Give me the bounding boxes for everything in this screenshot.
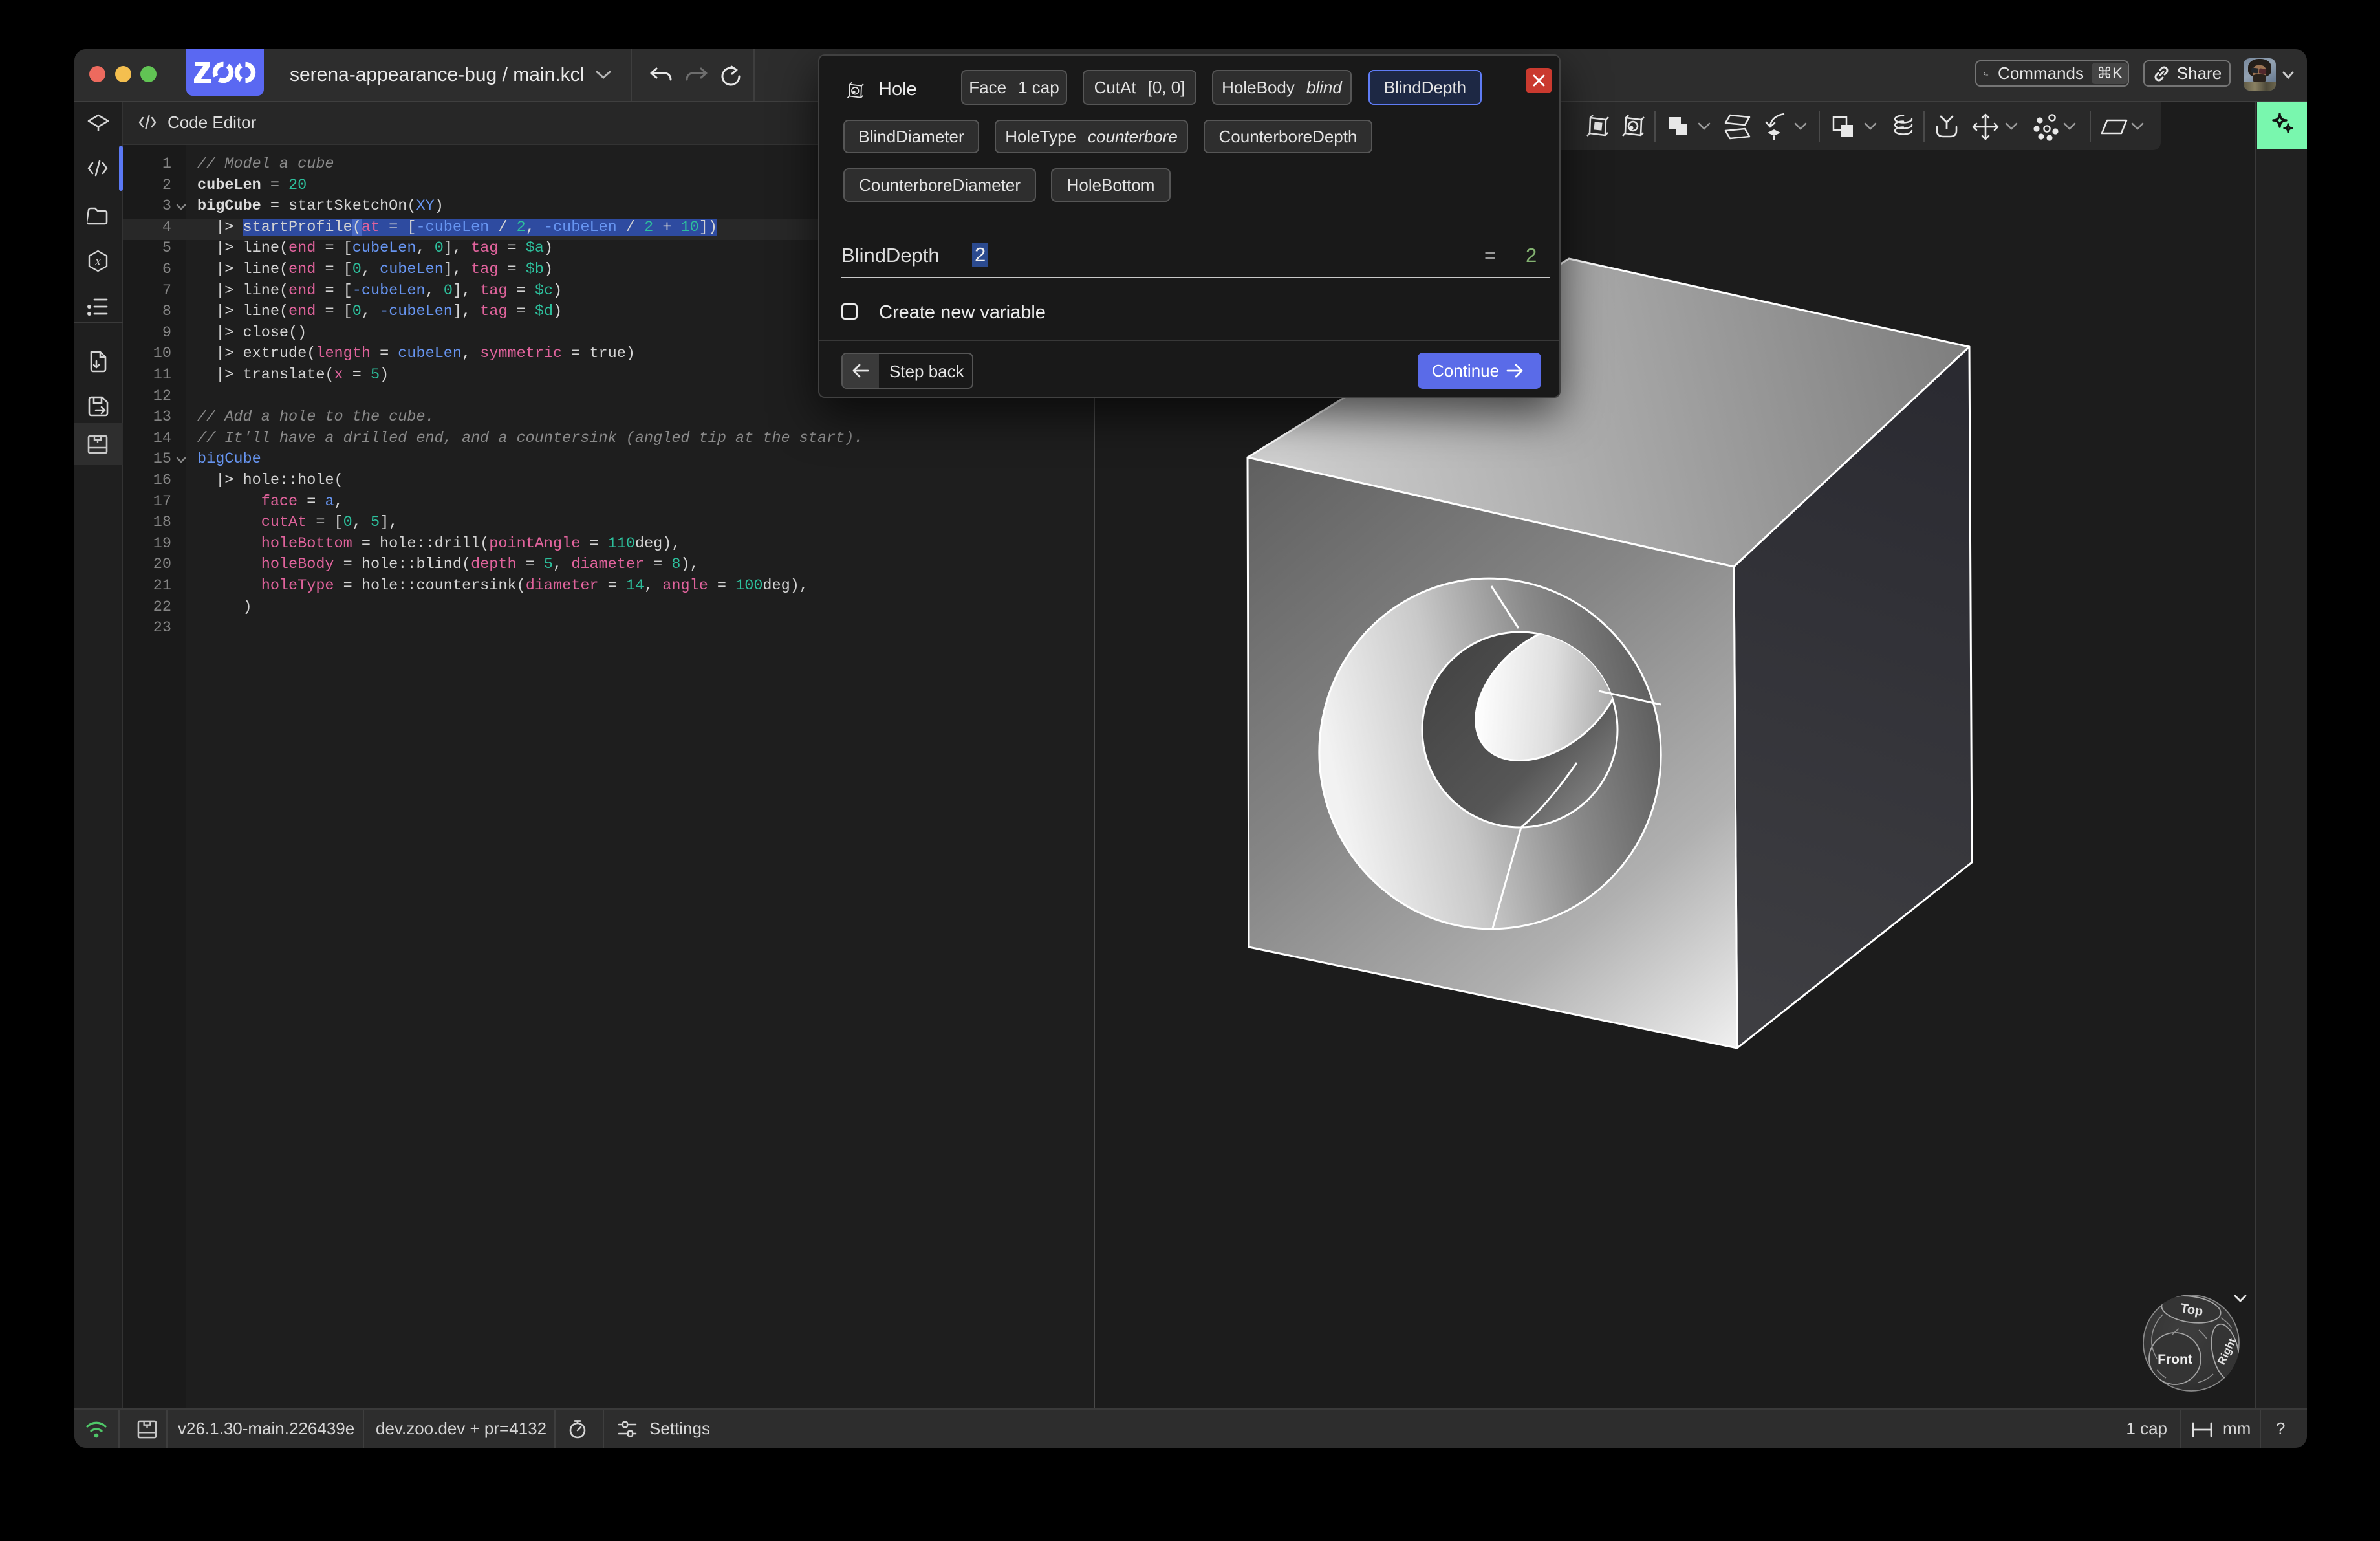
svg-text:Front: Front bbox=[2158, 1352, 2192, 1367]
svg-text:x: x bbox=[94, 254, 101, 268]
